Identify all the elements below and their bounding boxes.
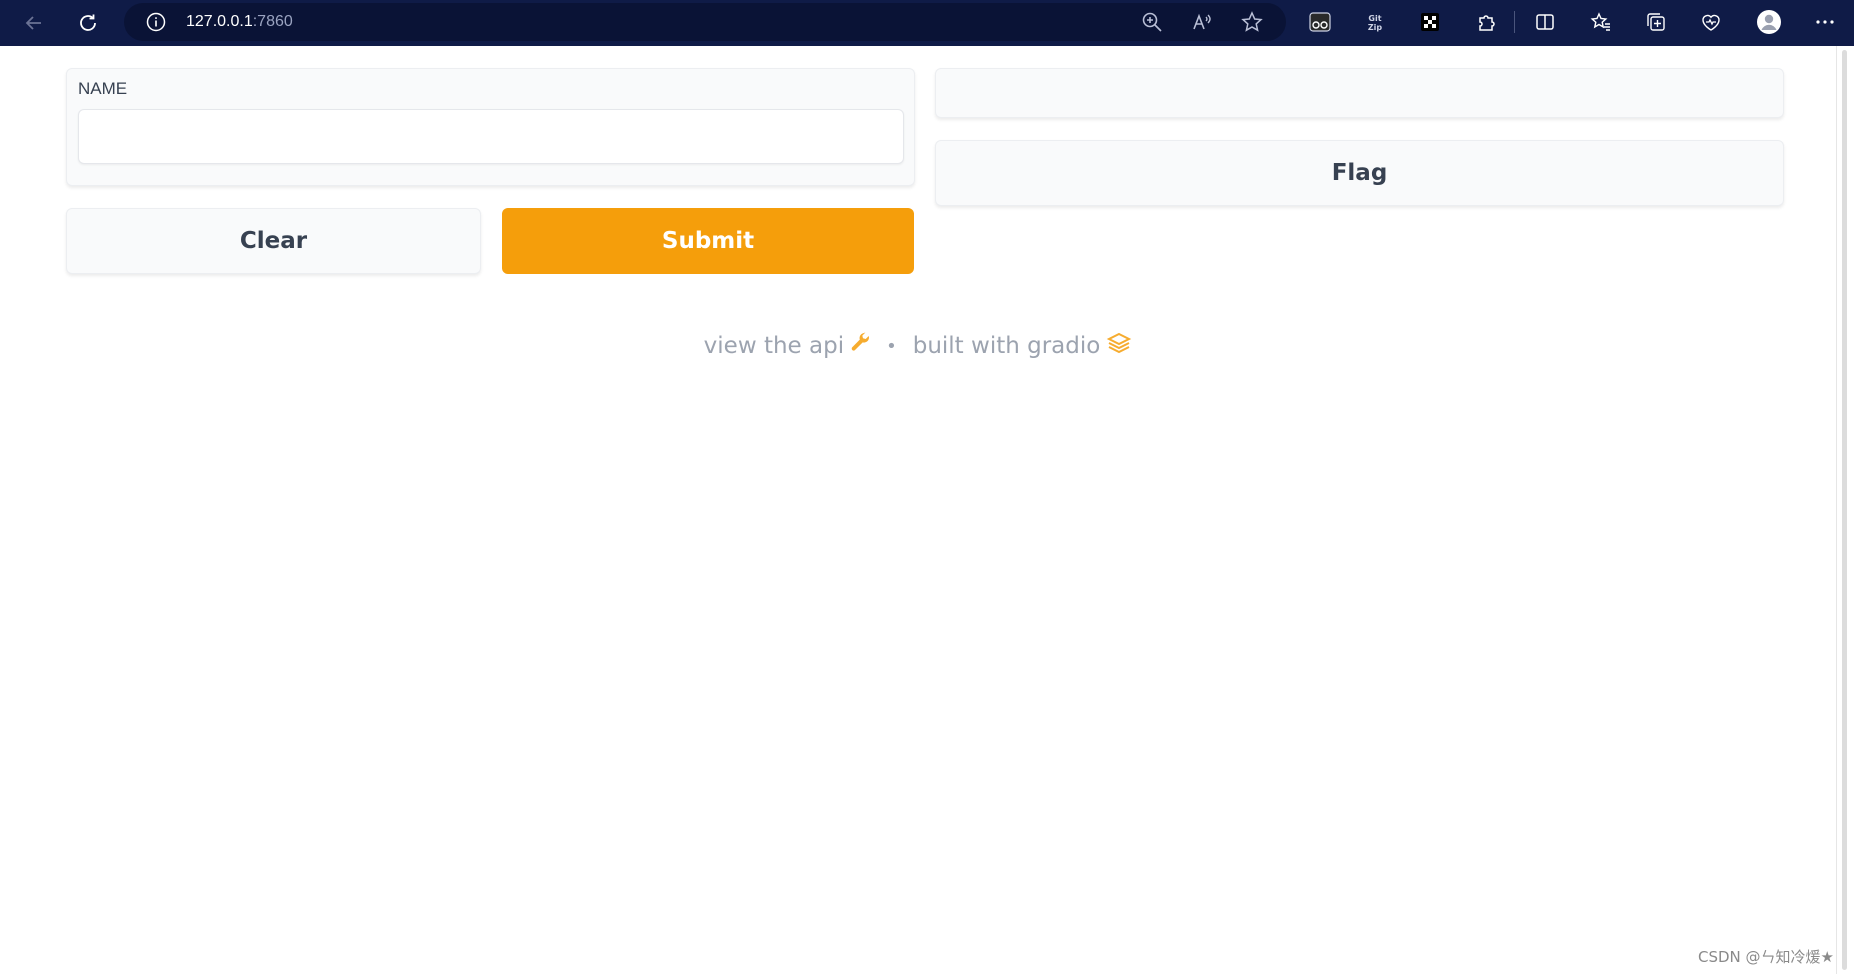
gradio-link[interactable]: built with gradio <box>913 331 1133 361</box>
browser-toolbar: 127.0.0.1:7860 Git Zip <box>0 0 1854 46</box>
extension-dice-icon[interactable] <box>1417 9 1443 35</box>
output-textbox[interactable] <box>935 68 1784 118</box>
favorite-star-icon[interactable] <box>1241 11 1263 33</box>
profile-avatar-icon[interactable] <box>1756 9 1782 35</box>
submit-button[interactable]: Submit <box>502 208 914 274</box>
name-label: NAME <box>78 79 128 98</box>
footer-separator: • <box>886 335 897 357</box>
collections-icon[interactable] <box>1643 9 1669 35</box>
toolbar-divider <box>1514 11 1515 33</box>
watermark-text: CSDN @ㄣ知冷煖★ <box>1698 948 1834 966</box>
name-input-panel: NAME <box>66 68 915 186</box>
browser-essentials-icon[interactable] <box>1698 9 1724 35</box>
view-api-text: view the api <box>703 333 845 359</box>
view-api-link[interactable]: view the api <box>704 331 870 361</box>
address-bar[interactable]: 127.0.0.1:7860 <box>124 3 1286 41</box>
clear-button[interactable]: Clear <box>66 208 481 274</box>
url-host: 127.0.0.1 <box>186 13 253 30</box>
url-text[interactable]: 127.0.0.1:7860 <box>186 13 293 31</box>
read-aloud-icon[interactable] <box>1191 11 1213 33</box>
back-icon[interactable] <box>18 7 50 39</box>
gradio-logo-icon <box>1106 331 1132 361</box>
url-port: :7860 <box>252 13 293 30</box>
extensions-puzzle-icon[interactable] <box>1473 9 1499 35</box>
footer: view the api • built with gradio <box>0 328 1836 364</box>
site-info-icon[interactable] <box>146 12 166 32</box>
refresh-icon[interactable] <box>72 7 104 39</box>
wrench-icon <box>850 331 870 361</box>
svg-text:Zip: Zip <box>1368 23 1383 32</box>
zoom-icon[interactable] <box>1141 11 1163 33</box>
split-screen-icon[interactable] <box>1532 9 1558 35</box>
page-scrollbar[interactable] <box>1842 50 1847 970</box>
built-with-text: built with gradio <box>912 333 1101 359</box>
svg-text:Git: Git <box>1368 14 1381 23</box>
name-textbox[interactable] <box>78 109 904 164</box>
more-menu-icon[interactable] <box>1812 9 1838 35</box>
extension-glasses-icon[interactable] <box>1307 9 1333 35</box>
flag-button[interactable]: Flag <box>935 140 1784 206</box>
extension-zip-icon[interactable]: Git Zip <box>1362 9 1388 35</box>
favorites-icon[interactable] <box>1588 9 1614 35</box>
